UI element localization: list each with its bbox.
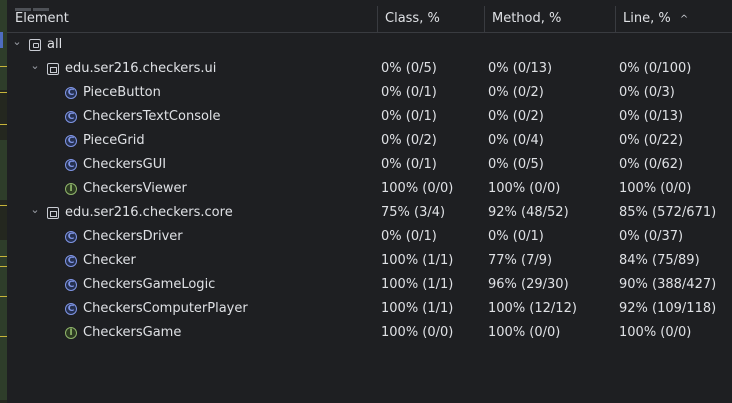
class-coverage: 0% (0/2) — [381, 133, 437, 148]
line-coverage: 0% (0/100) — [619, 61, 692, 76]
column-divider[interactable] — [484, 6, 485, 32]
class-icon: C — [65, 111, 77, 123]
column-divider[interactable] — [377, 6, 378, 32]
line-coverage: 0% (0/22) — [619, 133, 684, 148]
class-icon: C — [65, 87, 77, 99]
tree-row-name: CheckersDriver — [83, 229, 183, 244]
editor-gutter — [0, 0, 7, 403]
method-coverage: 0% (0/4) — [488, 133, 544, 148]
class-coverage: 100% (0/0) — [381, 325, 454, 340]
tree-row[interactable]: ⌄ edu.ser216.checkers.ui 0% (0/5) 0% (0/13)… — [7, 57, 732, 81]
line-coverage: 100% (0/0) — [619, 181, 692, 196]
package-icon — [47, 207, 59, 219]
class-coverage: 100% (1/1) — [381, 277, 454, 292]
line-coverage: 0% (0/13) — [619, 109, 684, 124]
tree-row-name: CheckersComputerPlayer — [83, 301, 248, 316]
table-header: Element Class, % Method, % Line, % ^ — [7, 6, 732, 33]
chevron-down-icon[interactable]: ⌄ — [29, 201, 41, 225]
class-coverage: 0% (0/1) — [381, 229, 437, 244]
class-coverage: 75% (3/4) — [381, 205, 446, 220]
tree-row[interactable]: C CheckersGameLogic 100% (1/1) 96% (29/30) 9… — [7, 273, 732, 297]
tree-row-name: CheckersGUI — [83, 157, 167, 172]
method-coverage: 0% (0/1) — [488, 229, 544, 244]
chevron-down-icon[interactable]: ⌄ — [11, 33, 23, 57]
method-coverage: 0% (0/2) — [488, 109, 544, 124]
package-icon — [47, 63, 59, 75]
class-coverage: 100% (1/1) — [381, 253, 454, 268]
class-icon: C — [65, 279, 77, 291]
class-coverage: 0% (0/1) — [381, 109, 437, 124]
column-header-class[interactable]: Class, % — [385, 6, 440, 32]
selection-indicator — [0, 32, 3, 48]
tree-row[interactable]: C CheckersDriver 0% (0/1) 0% (0/1) 0% (0/37) — [7, 225, 732, 249]
line-coverage: 90% (388/427) — [619, 277, 717, 292]
column-header-line[interactable]: Line, % ^ — [623, 6, 688, 32]
column-divider[interactable] — [615, 6, 616, 32]
tree-row[interactable]: C Checker 100% (1/1) 77% (7/9) 84% (75/89) — [7, 249, 732, 273]
tree-row-name: PieceGrid — [83, 133, 145, 148]
tree-row-name: PieceButton — [83, 85, 161, 100]
tree-row[interactable]: C PieceButton 0% (0/1) 0% (0/2) 0% (0/3) — [7, 81, 732, 105]
method-coverage: 100% (0/0) — [488, 181, 561, 196]
tree-row-name: CheckersTextConsole — [83, 109, 221, 124]
method-coverage: 77% (7/9) — [488, 253, 553, 268]
column-header-line-label: Line, % — [623, 11, 671, 26]
coverage-tree: ⌄ all ⌄ edu.ser216.checkers.ui 0% (0/5) 0% (0… — [7, 33, 732, 345]
tree-row[interactable]: I CheckersGame 100% (0/0) 100% (0/0) 100% (0… — [7, 321, 732, 345]
tree-row[interactable]: ⌄ all — [7, 33, 732, 57]
class-icon: C — [65, 303, 77, 315]
tree-row[interactable]: I CheckersViewer 100% (0/0) 100% (0/0) 100% … — [7, 177, 732, 201]
class-icon: C — [65, 231, 77, 243]
class-coverage: 0% (0/5) — [381, 61, 437, 76]
line-coverage: 84% (75/89) — [619, 253, 700, 268]
line-coverage: 0% (0/62) — [619, 157, 684, 172]
tree-row-name: CheckersViewer — [83, 181, 187, 196]
tree-row-name: edu.ser216.checkers.core — [65, 205, 233, 220]
class-icon: C — [65, 159, 77, 171]
line-coverage: 85% (572/671) — [619, 205, 717, 220]
class-icon: C — [65, 255, 77, 267]
method-coverage: 0% (0/5) — [488, 157, 544, 172]
tree-row-name: CheckersGame — [83, 325, 182, 340]
class-coverage: 100% (1/1) — [381, 301, 454, 316]
tree-row[interactable]: C CheckersTextConsole 0% (0/1) 0% (0/2) 0% (… — [7, 105, 732, 129]
line-coverage: 0% (0/37) — [619, 229, 684, 244]
method-coverage: 100% (12/12) — [488, 301, 577, 316]
coverage-panel: Element Class, % Method, % Line, % ^ ⌄ al… — [7, 0, 732, 403]
class-coverage: 0% (0/1) — [381, 157, 437, 172]
class-coverage: 0% (0/1) — [381, 85, 437, 100]
interface-icon: I — [65, 327, 77, 339]
method-coverage: 0% (0/2) — [488, 85, 544, 100]
class-coverage: 100% (0/0) — [381, 181, 454, 196]
method-coverage: 96% (29/30) — [488, 277, 569, 292]
tree-row[interactable]: ⌄ edu.ser216.checkers.core 75% (3/4) 92% (4… — [7, 201, 732, 225]
column-header-method[interactable]: Method, % — [492, 6, 561, 32]
interface-icon: I — [65, 183, 77, 195]
line-coverage: 100% (0/0) — [619, 325, 692, 340]
tree-row-name: all — [47, 37, 63, 52]
method-coverage: 92% (48/52) — [488, 205, 569, 220]
method-coverage: 0% (0/13) — [488, 61, 553, 76]
tree-row[interactable]: C CheckersGUI 0% (0/1) 0% (0/5) 0% (0/62) — [7, 153, 732, 177]
folder-icon — [29, 39, 41, 51]
toolbar-remnant — [15, 0, 53, 11]
tree-row[interactable]: C PieceGrid 0% (0/2) 0% (0/4) 0% (0/22) — [7, 129, 732, 153]
tree-row-name: edu.ser216.checkers.ui — [65, 61, 217, 76]
tree-row-name: Checker — [83, 253, 136, 268]
method-coverage: 100% (0/0) — [488, 325, 561, 340]
tree-row[interactable]: C CheckersComputerPlayer 100% (1/1) 100% (1… — [7, 297, 732, 321]
chevron-up-icon: ^ — [679, 14, 689, 25]
column-header-element[interactable]: Element — [15, 6, 69, 32]
line-coverage: 0% (0/3) — [619, 85, 675, 100]
line-coverage: 92% (109/118) — [619, 301, 717, 316]
tree-row-name: CheckersGameLogic — [83, 277, 216, 292]
chevron-down-icon[interactable]: ⌄ — [29, 57, 41, 81]
class-icon: C — [65, 135, 77, 147]
